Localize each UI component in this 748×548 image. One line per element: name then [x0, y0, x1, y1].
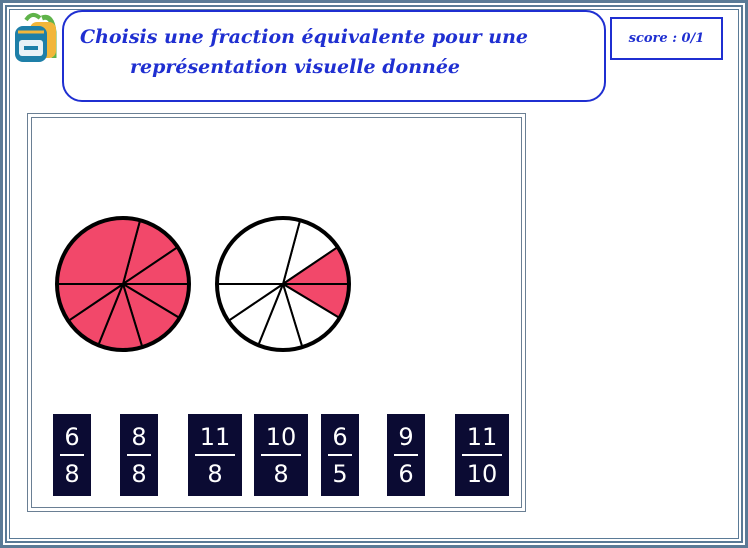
pie-1: [55, 216, 191, 352]
fraction-card[interactable]: 68: [53, 414, 91, 496]
fraction-bar: [195, 453, 235, 456]
fraction-denominator: 8: [131, 459, 147, 488]
fraction-card[interactable]: 11 10: [455, 414, 509, 496]
fraction-card[interactable]: 10 8: [254, 414, 308, 496]
fraction-denominator: 6: [398, 459, 414, 488]
fraction-denominator: 8: [64, 459, 80, 488]
fraction-bar: [462, 453, 502, 456]
fraction-card[interactable]: 65: [321, 414, 359, 496]
fraction-numerator: 10: [265, 422, 297, 451]
fraction-bar: [127, 453, 151, 456]
pie-2: [215, 216, 351, 352]
fraction-bar: [394, 453, 418, 456]
fraction-card[interactable]: 96: [387, 414, 425, 496]
fraction-denominator: 10: [466, 459, 498, 488]
fraction-bar: [261, 453, 301, 456]
fraction-numerator: 8: [131, 422, 147, 451]
fraction-denominator: 5: [332, 459, 348, 488]
fraction-numerator: 11: [466, 422, 498, 451]
fraction-bar: [328, 453, 352, 456]
fraction-bar: [60, 453, 84, 456]
fraction-denominator: 8: [273, 459, 289, 488]
fraction-card[interactable]: 11 8: [188, 414, 242, 496]
fraction-numerator: 6: [332, 422, 348, 451]
fraction-numerator: 9: [398, 422, 414, 451]
fraction-denominator: 8: [207, 459, 223, 488]
fraction-numerator: 6: [64, 422, 80, 451]
fraction-numerator: 11: [199, 422, 231, 451]
fraction-card[interactable]: 88: [120, 414, 158, 496]
fraction-pies: [55, 216, 351, 352]
